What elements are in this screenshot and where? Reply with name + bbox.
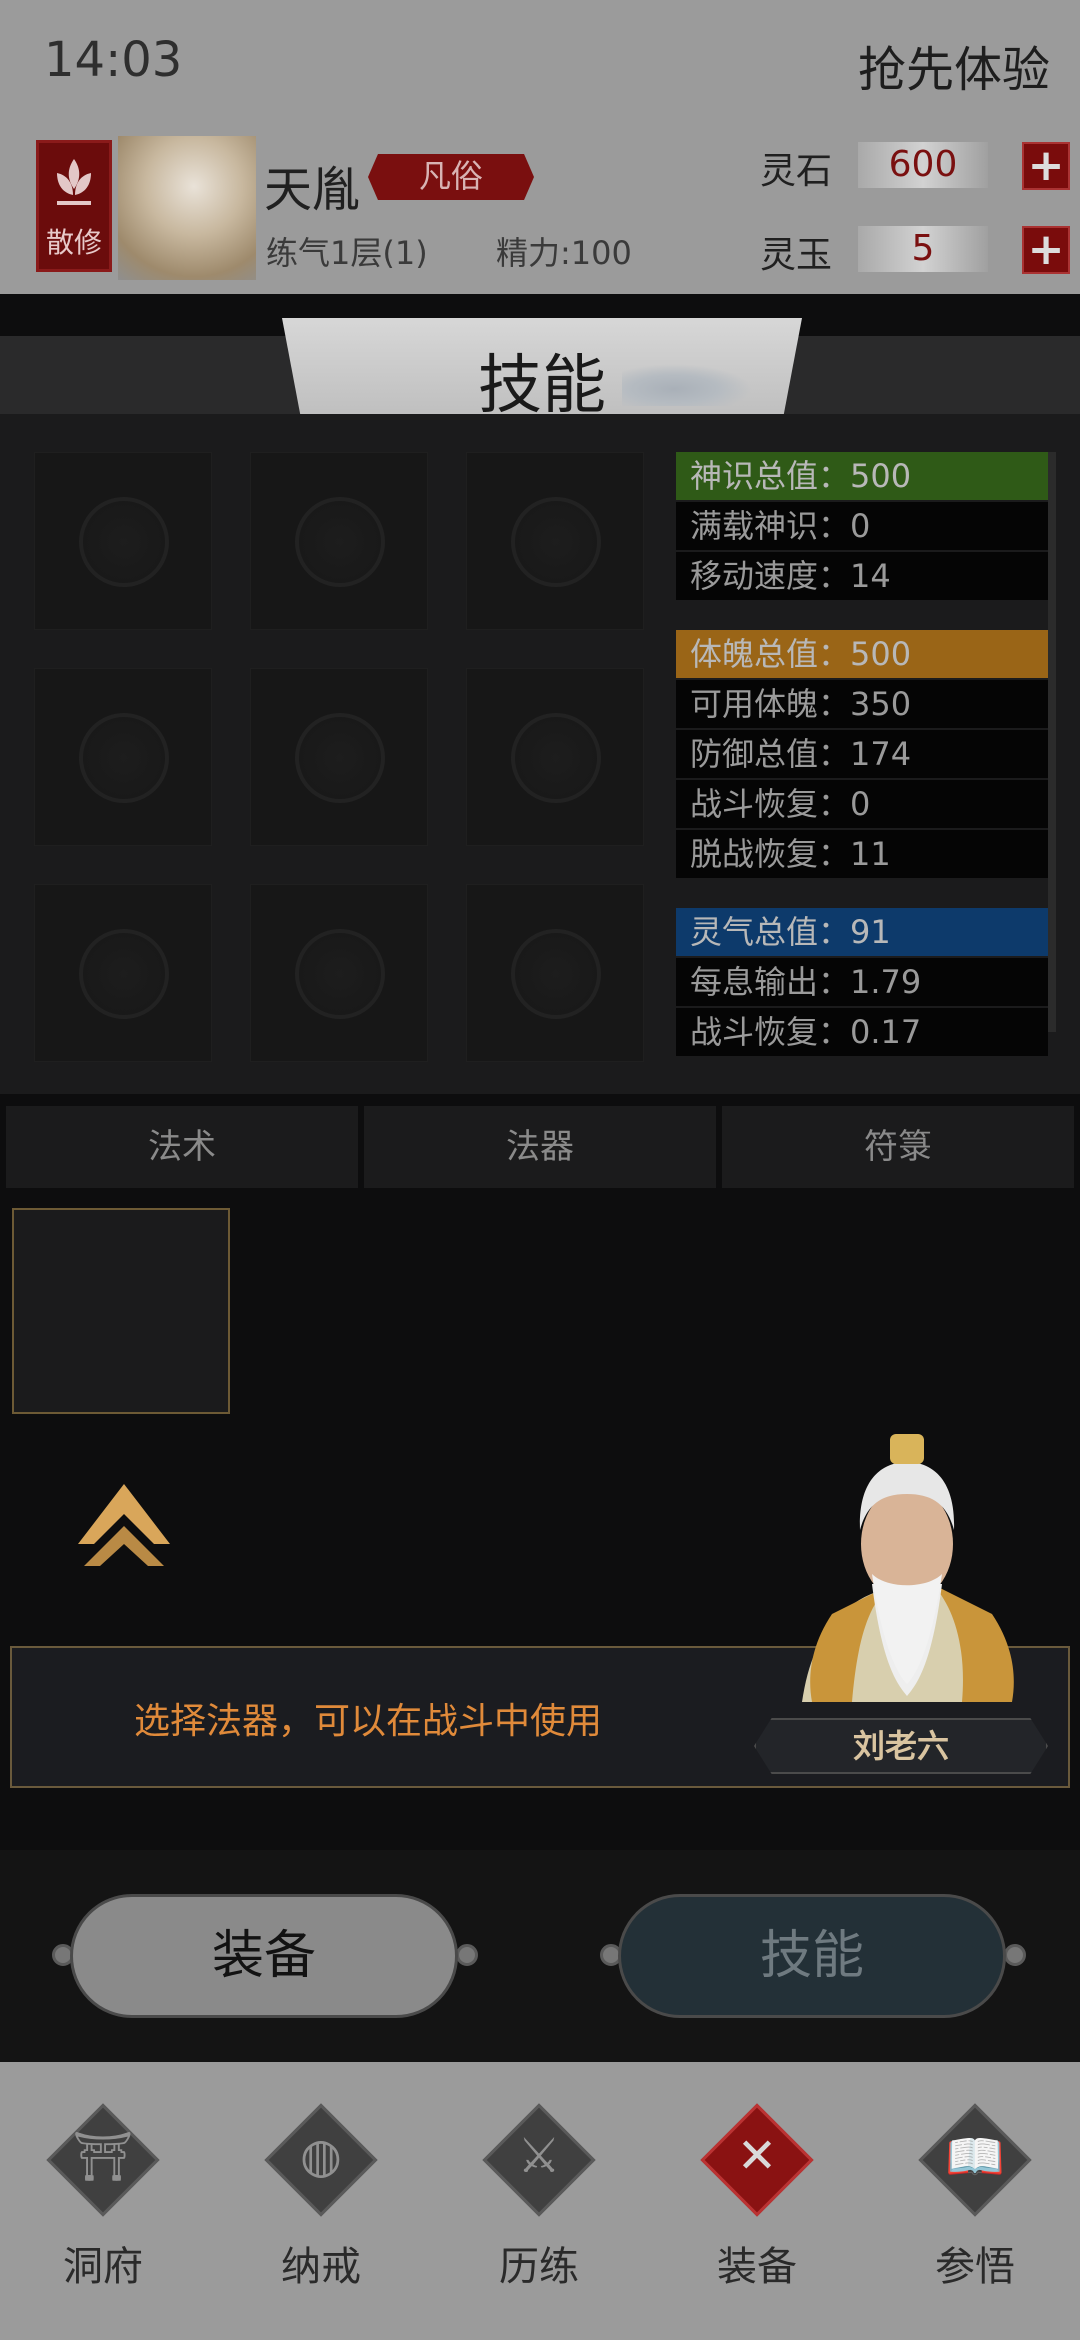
sect-badge-label: 散修 <box>45 226 102 259</box>
open-book-icon: 📖 <box>917 2102 1033 2218</box>
skill-slot[interactable] <box>466 452 644 630</box>
skill-slot[interactable] <box>466 884 644 1062</box>
page-title: 技能 <box>478 349 606 423</box>
tab-artifacts[interactable]: 法器 <box>364 1106 716 1188</box>
slot-emblem-icon <box>79 713 169 803</box>
slot-emblem-icon <box>79 929 169 1019</box>
tab-spells[interactable]: 法术 <box>6 1106 358 1188</box>
nav-item-enlightenment[interactable]: 📖 参悟 <box>900 2102 1050 2322</box>
stat-row: 防御总值：174 <box>676 730 1048 778</box>
stat-row: 战斗恢复：0 <box>676 780 1048 828</box>
skill-slot[interactable] <box>34 452 212 630</box>
nav-item-label: 洞府 <box>63 2244 143 2290</box>
stat-row: 移动速度：14 <box>676 552 1048 600</box>
spirit-jade-label: 灵玉 <box>760 235 833 276</box>
stats-scrollbar[interactable] <box>1048 452 1056 1032</box>
skill-slot[interactable] <box>34 884 212 1062</box>
stat-row: 脱战恢复：11 <box>676 830 1048 878</box>
nav-item-ring[interactable]: ◍ 纳戒 <box>246 2102 396 2322</box>
skill-button[interactable]: 技能 <box>618 1894 1006 2018</box>
add-spirit-jade-button[interactable]: + <box>1022 226 1070 274</box>
stat-row: 可用体魄：350 <box>676 680 1048 728</box>
cave-mansion-icon: ⛩ <box>45 2102 161 2218</box>
spirit-stone-value: 600 <box>858 142 988 188</box>
lotus-icon <box>57 159 91 205</box>
equip-button[interactable]: 装备 <box>70 1894 458 2018</box>
skill-slot[interactable] <box>250 452 428 630</box>
stat-group-header: 体魄总值：500 <box>676 630 1048 678</box>
crossed-swords-icon: ⚔ <box>481 2102 597 2218</box>
stat-group-header: 神识总值：500 <box>676 452 1048 500</box>
stat-row: 满载神识：0 <box>676 502 1048 550</box>
slot-emblem-icon <box>511 929 601 1019</box>
sect-badge[interactable]: 散修 <box>36 140 112 272</box>
slot-emblem-icon <box>79 497 169 587</box>
rank-badge: 凡俗 <box>368 154 534 200</box>
button-knob <box>456 1944 478 1966</box>
nav-item-cave[interactable]: ⛩ 洞府 <box>28 2102 178 2322</box>
slot-emblem-icon <box>511 497 601 587</box>
nav-item-label: 历练 <box>499 2244 579 2290</box>
nav-item-label: 装备 <box>717 2244 797 2290</box>
player-energy: 精力:100 <box>496 234 632 272</box>
add-spirit-stone-button[interactable]: + <box>1022 142 1070 190</box>
skill-slot[interactable] <box>250 884 428 1062</box>
chevron-up-icon <box>78 1484 170 1566</box>
player-header: 散修 天胤 凡俗 练气1层(1) 精力:100 灵石 600 + 灵玉 5 + <box>0 126 1080 294</box>
item-tabs: 法术 法器 符箓 <box>6 1106 1074 1190</box>
slot-emblem-icon <box>295 929 385 1019</box>
spirit-stone-label: 灵石 <box>760 151 833 192</box>
bottom-nav: ⛩ 洞府 ◍ 纳戒 ⚔ 历练 ✕ 装备 📖 参悟 <box>0 2062 1080 2340</box>
player-level: 练气1层(1) <box>266 234 428 272</box>
ring-icon: ◍ <box>263 2102 379 2218</box>
dialog-message: 选择法器，可以在战斗中使用 <box>134 1701 603 1742</box>
nav-item-training[interactable]: ⚔ 历练 <box>464 2102 614 2322</box>
stat-row: 每息输出：1.79 <box>676 958 1048 1006</box>
early-access-label: 抢先体验 <box>857 42 1050 98</box>
skill-slot[interactable] <box>250 668 428 846</box>
equip-item-slot[interactable] <box>12 1208 230 1414</box>
skill-slot[interactable] <box>34 668 212 846</box>
nav-item-label: 纳戒 <box>281 2244 361 2290</box>
slot-emblem-icon <box>295 713 385 803</box>
nav-item-label: 参悟 <box>935 2244 1015 2290</box>
page-title-plate: 技能 <box>282 318 802 428</box>
nav-item-equipment[interactable]: ✕ 装备 <box>682 2102 832 2322</box>
stat-row: 战斗恢复：0.17 <box>676 1008 1048 1056</box>
player-name: 天胤 <box>264 162 361 218</box>
status-time: 14:03 <box>44 32 183 88</box>
stat-group-header: 灵气总值：91 <box>676 908 1048 956</box>
spirit-jade-value: 5 <box>858 226 988 272</box>
tab-talismans[interactable]: 符箓 <box>722 1106 1074 1188</box>
npc-portrait <box>802 1434 1014 1702</box>
close-icon: ✕ <box>699 2102 815 2218</box>
slot-emblem-icon <box>295 497 385 587</box>
button-knob <box>1004 1944 1026 1966</box>
status-bar: 14:03 抢先体验 <box>0 0 1080 126</box>
slot-emblem-icon <box>511 713 601 803</box>
player-avatar[interactable] <box>118 136 256 280</box>
skill-slot[interactable] <box>466 668 644 846</box>
npc-name: 刘老六 <box>754 1718 1048 1774</box>
